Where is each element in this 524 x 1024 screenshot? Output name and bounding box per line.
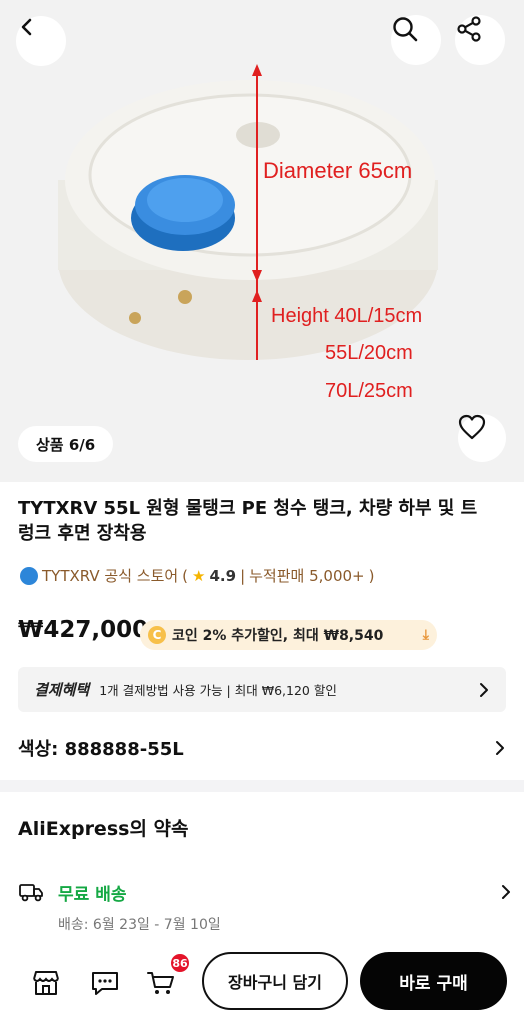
- cart-icon: [147, 972, 174, 994]
- download-icon: ⤓: [422, 627, 429, 643]
- chevron-right-icon: [496, 741, 504, 755]
- shipping-date: 배송: 6월 23일 - 7월 10일: [58, 917, 221, 933]
- chat-icon: [92, 972, 118, 995]
- product-image-gallery[interactable]: Diameter 65cm Height 40L/15cm 55L/20cm 7…: [0, 0, 524, 482]
- share-button[interactable]: [455, 15, 505, 65]
- coin-offer-text: 코인 2% 추가할인, 최대 ₩8,540: [172, 628, 384, 644]
- color-option-row[interactable]: 색상: 888888-55L: [18, 734, 506, 762]
- bottom-action-bar: 86 장바구니 담기 바로 구매: [0, 944, 524, 1024]
- height-label-55: 55L/20cm: [325, 342, 413, 364]
- benefit-text: 1개 결제방법 사용 가능 | 최대 ₩6,120 할인: [99, 683, 337, 698]
- height-label-40: Height 40L/15cm: [271, 305, 423, 327]
- store-link[interactable]: TYTXRV 공식 스토어 ( ★ 4.9 | 누적판매 5,000+ ): [20, 565, 374, 586]
- back-button[interactable]: [16, 16, 66, 66]
- diameter-label: Diameter 65cm: [263, 158, 413, 183]
- shipping-row[interactable]: 무료 배송: [18, 878, 512, 906]
- separator: |: [240, 566, 246, 585]
- star-icon: ★: [192, 566, 206, 585]
- store-name: TYTXRV 공식 스토어: [42, 567, 179, 585]
- add-to-cart-button[interactable]: 장바구니 담기: [202, 952, 348, 1010]
- section-divider: [0, 780, 524, 792]
- benefit-tag: 결제혜택: [34, 681, 90, 699]
- store-button[interactable]: [29, 966, 63, 1000]
- heart-icon: [458, 414, 486, 440]
- buy-now-button[interactable]: 바로 구매: [360, 952, 507, 1010]
- store-icon: [33, 971, 59, 995]
- free-shipping-label: 무료 배송: [58, 884, 127, 905]
- store-rating: 4.9: [209, 566, 237, 585]
- wishlist-button[interactable]: [458, 414, 506, 462]
- chevron-right-icon: [480, 682, 488, 697]
- product-image: [58, 64, 438, 360]
- chat-button[interactable]: [88, 966, 122, 1000]
- promise-title: AliExpress의 약속: [18, 818, 189, 840]
- product-price: ₩427,000: [18, 617, 149, 643]
- search-icon: [393, 17, 418, 42]
- store-logo: [20, 566, 38, 585]
- truck-icon: [19, 884, 43, 902]
- height-label-70: 70L/25cm: [325, 380, 413, 402]
- product-title: TYTXRV 55L 원형 물탱크 PE 청수 탱크, 차량 하부 및 트렁크 …: [18, 498, 478, 544]
- rating-close-paren: ): [368, 566, 375, 585]
- back-icon: [21, 18, 32, 36]
- color-option-label: 색상: 888888-55L: [18, 739, 184, 760]
- chevron-right-icon: [502, 885, 510, 899]
- store-sales: 누적판매 5,000+: [249, 567, 365, 585]
- image-counter: 상품 6/6: [18, 426, 114, 462]
- payment-benefit-row[interactable]: 결제혜택 1개 결제방법 사용 가능 | 최대 ₩6,120 할인: [18, 667, 506, 712]
- coin-icon: C: [148, 626, 166, 644]
- rating-open-paren: (: [182, 566, 189, 585]
- cart-count-badge: 86: [169, 952, 191, 974]
- coin-discount-pill[interactable]: C 코인 2% 추가할인, 최대 ₩8,540 ⤓: [140, 620, 437, 650]
- share-icon: [457, 16, 481, 42]
- search-button[interactable]: [391, 15, 441, 65]
